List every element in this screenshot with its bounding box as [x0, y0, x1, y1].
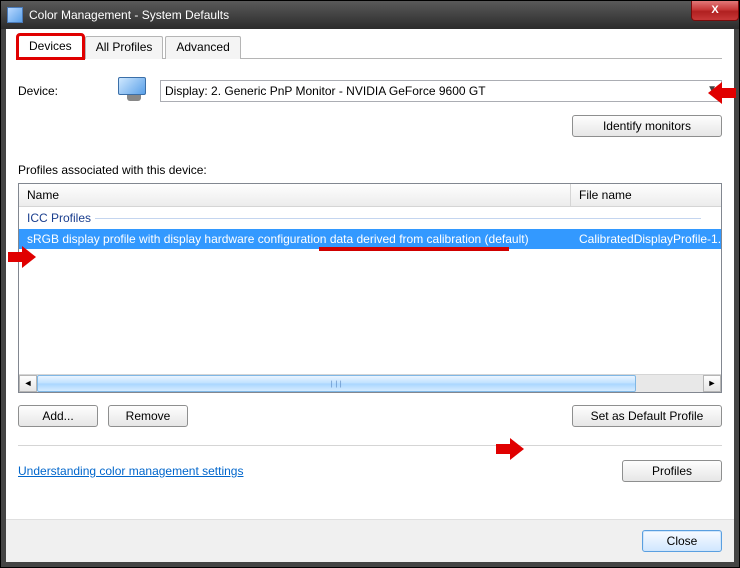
- profile-file-cell: CalibratedDisplayProfile-1.: [571, 229, 721, 249]
- identify-monitors-label: Identify monitors: [603, 119, 691, 133]
- profile-buttons-row: Add... Remove Set as Default Profile: [18, 405, 722, 427]
- profile-name-cell: sRGB display profile with display hardwa…: [19, 229, 571, 249]
- device-selected-text: Display: 2. Generic PnP Monitor - NVIDIA…: [165, 84, 486, 98]
- list-header: Name File name: [19, 184, 721, 207]
- profiles-heading: Profiles associated with this device:: [18, 163, 722, 177]
- window: Color Management - System Defaults X Dev…: [0, 0, 740, 568]
- remove-button-label: Remove: [126, 409, 171, 423]
- column-name[interactable]: Name: [19, 184, 571, 206]
- close-icon: X: [711, 4, 718, 16]
- scroll-thumb[interactable]: ∣∣∣: [37, 375, 636, 392]
- tab-devices-label: Devices: [29, 39, 72, 53]
- device-dropdown[interactable]: Display: 2. Generic PnP Monitor - NVIDIA…: [160, 80, 722, 102]
- tab-advanced[interactable]: Advanced: [165, 36, 240, 59]
- window-title: Color Management - System Defaults: [29, 8, 229, 22]
- scroll-right-button[interactable]: ►: [703, 375, 721, 392]
- profiles-list: Name File name ICC Profiles sRGB display…: [18, 183, 722, 393]
- group-label: ICC Profiles: [27, 211, 91, 225]
- tab-advanced-label: Advanced: [176, 40, 229, 54]
- app-icon: [7, 7, 23, 23]
- close-button[interactable]: X: [691, 1, 739, 21]
- tab-all-profiles-label: All Profiles: [96, 40, 153, 54]
- window-frame: Devices All Profiles Advanced Device: Di…: [1, 29, 739, 567]
- tab-all-profiles[interactable]: All Profiles: [85, 36, 164, 59]
- profiles-button-label: Profiles: [652, 464, 692, 478]
- set-as-default-button[interactable]: Set as Default Profile: [572, 405, 722, 427]
- bottom-row: Understanding color management settings …: [18, 460, 722, 482]
- profiles-button[interactable]: Profiles: [622, 460, 722, 482]
- column-filename[interactable]: File name: [571, 184, 721, 206]
- add-button[interactable]: Add...: [18, 405, 98, 427]
- identify-monitors-button[interactable]: Identify monitors: [572, 115, 722, 137]
- understanding-link[interactable]: Understanding color management settings: [18, 464, 243, 478]
- scroll-left-button[interactable]: ◄: [19, 375, 37, 392]
- footer: Close: [6, 519, 734, 562]
- set-as-default-label: Set as Default Profile: [591, 409, 704, 423]
- tab-strip: Devices All Profiles Advanced: [18, 35, 722, 59]
- device-label: Device:: [18, 84, 108, 98]
- list-body: ICC Profiles sRGB display profile with d…: [19, 207, 721, 374]
- remove-button[interactable]: Remove: [108, 405, 188, 427]
- chevron-down-icon: ▼: [707, 84, 717, 95]
- annotation-underline: [319, 247, 509, 251]
- device-row: Device: Display: 2. Generic PnP Monitor …: [18, 77, 722, 105]
- client-area: Devices All Profiles Advanced Device: Di…: [6, 29, 734, 562]
- title-bar: Color Management - System Defaults X: [1, 1, 739, 29]
- horizontal-scrollbar[interactable]: ◄ ∣∣∣ ►: [19, 374, 721, 392]
- scroll-track[interactable]: ∣∣∣: [37, 375, 703, 392]
- group-icc-profiles: ICC Profiles: [19, 207, 721, 229]
- list-item[interactable]: sRGB display profile with display hardwa…: [19, 229, 721, 249]
- tab-devices[interactable]: Devices: [18, 35, 83, 58]
- separator: [18, 445, 722, 446]
- close-dialog-button[interactable]: Close: [642, 530, 722, 552]
- understanding-link-label: Understanding color management settings: [18, 464, 243, 478]
- identify-row: Identify monitors: [18, 115, 722, 137]
- close-dialog-label: Close: [667, 534, 698, 548]
- add-button-label: Add...: [42, 409, 73, 423]
- monitor-icon: [118, 77, 150, 105]
